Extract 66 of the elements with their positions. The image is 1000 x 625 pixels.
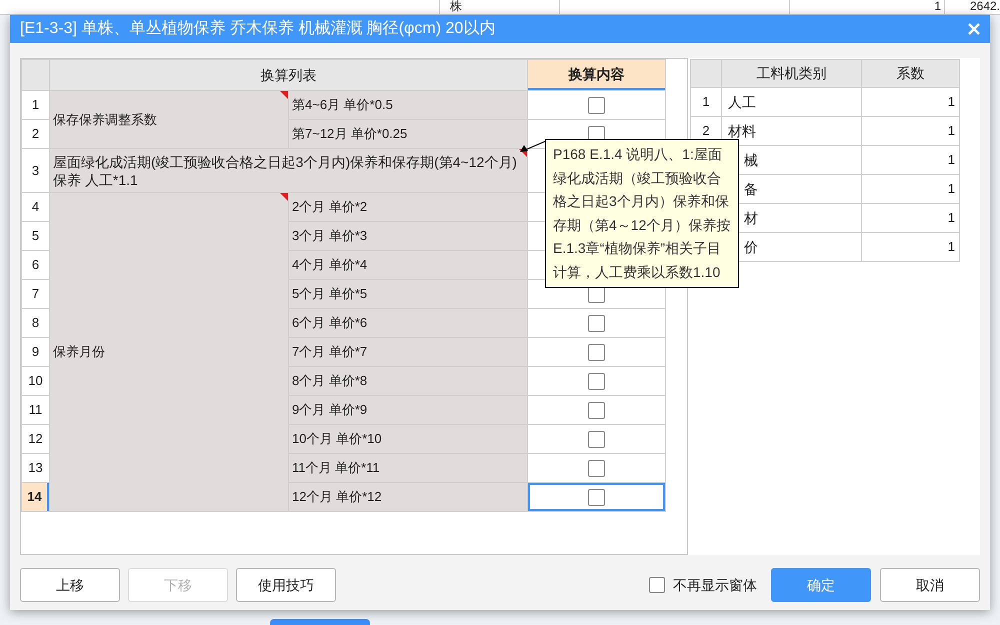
column-header: 工料机类别 bbox=[722, 60, 861, 87]
table-cell: 8个月 单价*8 bbox=[289, 367, 527, 395]
checkbox[interactable] bbox=[649, 577, 665, 593]
background-cell-text: 株 bbox=[440, 0, 560, 14]
button: 下移 bbox=[128, 568, 228, 602]
background-cell-text: 2642. bbox=[968, 0, 1000, 14]
table-cell: 第4~6月 单价*0.5 bbox=[289, 91, 527, 119]
window-title: [E1-3-3] 单株、单丛植物保养 乔木保养 机械灌溉 胸径(φcm) 20以内 bbox=[20, 18, 496, 39]
checkbox-label: 不再显示窗体 bbox=[673, 576, 757, 594]
row-number: 14 bbox=[22, 483, 49, 511]
checkbox[interactable] bbox=[588, 430, 605, 448]
table-cell: 第7~12月 单价*0.25 bbox=[289, 120, 527, 148]
header-cell bbox=[691, 60, 721, 87]
group-cell: 保养月份 bbox=[50, 193, 288, 511]
checkbox[interactable] bbox=[588, 344, 605, 360]
button[interactable]: 上移 bbox=[20, 568, 120, 602]
table-cell: 3个月 单价*3 bbox=[289, 222, 527, 250]
table-cell: 4个月 单价*4 bbox=[289, 251, 527, 279]
table-cell: 1 bbox=[862, 146, 959, 174]
table-cell: 1 bbox=[862, 204, 959, 232]
table-cell: 5个月 单价*5 bbox=[289, 280, 527, 308]
row-number: 13 bbox=[22, 454, 49, 482]
checkbox[interactable] bbox=[588, 488, 605, 506]
row-number: 7 bbox=[22, 280, 49, 308]
table-cell: 屋面绿化成活期(竣工预验收合格之日起3个月内)保养和保存期(第4~12个月)保养 人工*1.1 bbox=[50, 149, 527, 192]
checkbox[interactable] bbox=[588, 314, 605, 332]
checkbox[interactable] bbox=[588, 372, 605, 390]
leader-line bbox=[519, 140, 547, 153]
checkbox[interactable] bbox=[588, 96, 605, 114]
row-number: 9 bbox=[22, 338, 49, 366]
table-cell: 7个月 单价*7 bbox=[289, 338, 527, 366]
row-number: 12 bbox=[22, 425, 49, 453]
column-header[interactable]: 换算内容 bbox=[528, 60, 665, 90]
row-number: 6 bbox=[22, 251, 49, 279]
table-cell: 材料 bbox=[722, 117, 861, 145]
table-cell: 1 bbox=[862, 117, 959, 145]
table-cell: 9个月 单价*9 bbox=[289, 396, 527, 424]
table-cell: 1 bbox=[862, 88, 959, 116]
row-number: 1 bbox=[22, 91, 49, 119]
background-cell-text: 1 bbox=[790, 0, 945, 14]
column-header[interactable]: 换算列表 bbox=[50, 60, 527, 90]
row-number: 4 bbox=[22, 193, 49, 221]
table-cell: 12个月 单价*12 bbox=[289, 483, 527, 511]
table-cell: 人工 bbox=[722, 88, 861, 116]
header-cell bbox=[22, 60, 49, 90]
table-cell: 11个月 单价*11 bbox=[289, 454, 527, 482]
row-number: 3 bbox=[22, 149, 49, 192]
group-cell: 保存保养调整系数 bbox=[50, 91, 288, 148]
table-cell: 2个月 单价*2 bbox=[289, 193, 527, 221]
button[interactable]: 使用技巧 bbox=[236, 568, 336, 602]
close-icon[interactable] bbox=[968, 23, 980, 35]
table-cell: 1 bbox=[862, 233, 959, 261]
row-number: 2 bbox=[22, 120, 49, 148]
tooltip: P168 E.1.4 说明八、1:屋面绿化成活期（竣工预验收合格之日起3个月内）保养和保存期（第4～12个月）保养按E.1.3章“植物保养”相关子目计算，人工费乘以系数1.10 bbox=[545, 139, 739, 288]
checkbox[interactable] bbox=[588, 460, 605, 476]
row-number: 5 bbox=[22, 222, 49, 250]
table-cell: 10个月 单价*10 bbox=[289, 425, 527, 453]
cancel-button[interactable]: 取消 bbox=[880, 568, 980, 602]
table-cell: 6个月 单价*6 bbox=[289, 309, 527, 337]
table-cell: 1 bbox=[862, 175, 959, 203]
row-number: 11 bbox=[22, 396, 49, 424]
row-number: 1 bbox=[691, 88, 721, 116]
column-header: 系数 bbox=[862, 60, 959, 87]
checkbox[interactable] bbox=[588, 402, 605, 418]
row-number: 10 bbox=[22, 367, 49, 395]
row-number: 8 bbox=[22, 309, 49, 337]
